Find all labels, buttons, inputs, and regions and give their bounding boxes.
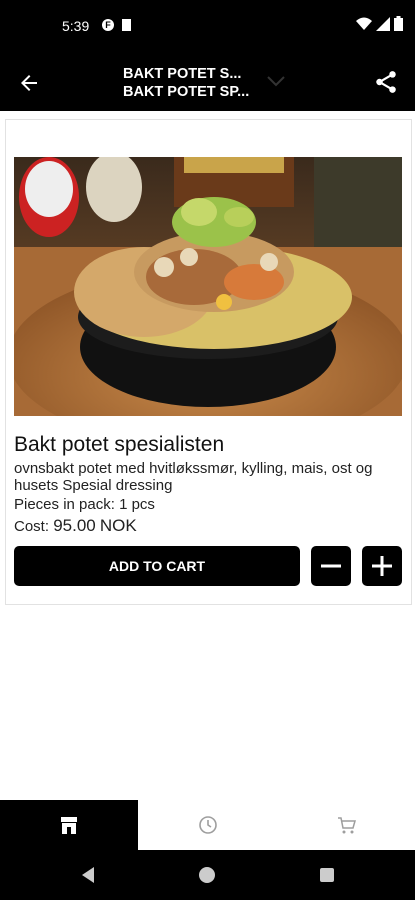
share-icon[interactable] xyxy=(373,69,399,95)
page-title-line2: BAKT POTET SP... xyxy=(123,84,250,100)
baked-potato-photo xyxy=(14,157,402,416)
back-arrow-icon[interactable] xyxy=(16,71,42,95)
cost-label: Cost: xyxy=(14,518,50,535)
signal-icon xyxy=(376,16,390,31)
nav-back-icon[interactable] xyxy=(80,866,96,884)
battery-icon xyxy=(394,16,403,31)
cost-row: Cost: 95.00 NOK xyxy=(14,516,137,536)
system-nav-bar xyxy=(0,850,415,900)
notification-icon: F xyxy=(102,19,114,31)
chevron-down-icon[interactable] xyxy=(266,75,286,87)
status-bar: 5:39 F xyxy=(0,0,415,55)
cost-value: 95.00 xyxy=(53,516,96,535)
sd-card-icon xyxy=(122,19,131,31)
cost-currency: NOK xyxy=(99,516,137,535)
nav-home-icon[interactable] xyxy=(199,867,215,883)
page-title-line1: BAKT POTET S... xyxy=(123,66,242,82)
app-bar: BAKT POTET S... BAKT POTET SP... xyxy=(0,55,415,111)
bottom-tab-bar xyxy=(0,800,415,850)
tab-history[interactable] xyxy=(138,800,276,850)
product-card: Bakt potet spesialisten ovnsbakt potet m… xyxy=(5,119,412,605)
product-description: ovnsbakt potet med hvitløkssmør, kylling… xyxy=(14,460,373,494)
store-icon xyxy=(61,817,77,834)
page-title: BAKT POTET S... BAKT POTET SP... xyxy=(123,65,249,101)
plus-icon xyxy=(372,556,392,576)
increase-quantity-button[interactable] xyxy=(362,546,402,586)
decrease-quantity-button[interactable] xyxy=(311,546,351,586)
add-to-cart-button[interactable]: ADD TO CART xyxy=(14,546,300,586)
status-icons xyxy=(356,16,403,31)
cart-icon xyxy=(338,817,356,834)
nav-recents-icon[interactable] xyxy=(320,868,334,882)
clock-icon xyxy=(199,816,217,834)
pieces-value: 1 pcs xyxy=(119,496,155,513)
tab-cart[interactable] xyxy=(277,800,415,850)
pieces-label: Pieces in pack: xyxy=(14,496,115,513)
tab-store[interactable] xyxy=(0,800,138,850)
product-image xyxy=(14,157,402,416)
product-title: Bakt potet spesialisten xyxy=(14,433,225,456)
wifi-icon xyxy=(356,17,372,30)
pieces-in-pack: Pieces in pack: 1 pcs xyxy=(14,496,155,513)
minus-icon xyxy=(321,564,341,568)
status-time: 5:39 xyxy=(62,18,90,34)
